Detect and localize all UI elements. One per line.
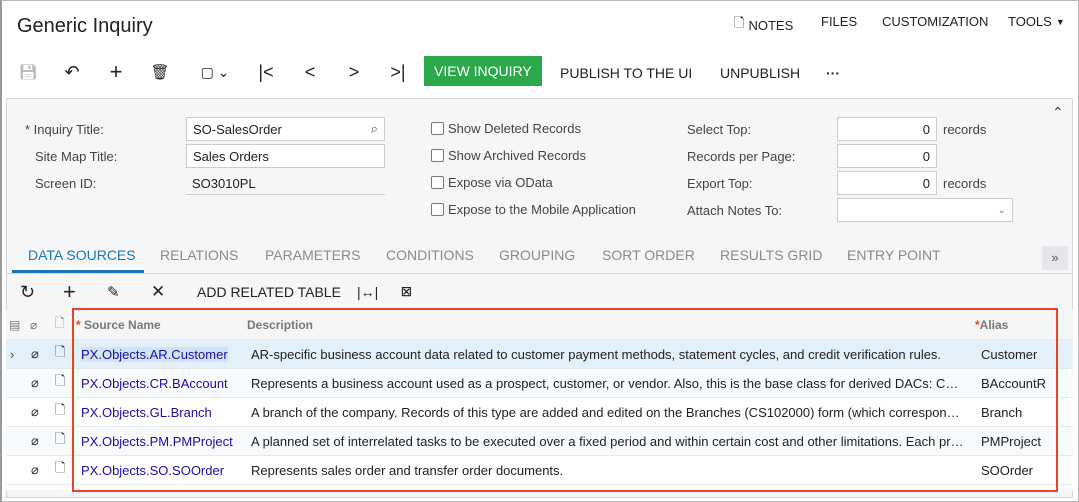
delete-icon[interactable]: 🗑︎ <box>150 60 170 84</box>
unpublish-button[interactable]: UNPUBLISH <box>720 58 800 88</box>
attachment-icon: ⌀ <box>30 317 38 332</box>
export-top-field[interactable]: 0 <box>837 171 937 195</box>
records-per-page-label: Records per Page: <box>687 149 796 164</box>
caret-down-icon: ▼ <box>1055 16 1065 27</box>
publish-button[interactable]: PUBLISH TO THE UI <box>560 58 692 88</box>
active-tab-indicator <box>12 270 144 273</box>
note-icon[interactable]: 🗋 <box>55 372 65 394</box>
note-icon[interactable]: 🗋 <box>55 459 65 481</box>
search-icon[interactable]: ⌕ <box>371 121 378 137</box>
attach-notes-select[interactable]: ⌄ <box>837 198 1013 222</box>
row-expand-icon[interactable]: › <box>10 347 14 362</box>
first-record-icon[interactable]: |< <box>256 60 276 84</box>
previous-record-icon[interactable]: < <box>300 60 320 84</box>
last-record-icon[interactable]: >| <box>388 60 408 84</box>
add-related-table-button[interactable]: ADD RELATED TABLE <box>197 284 341 300</box>
expose-odata-checkbox[interactable]: Expose via OData <box>431 175 553 190</box>
show-archived-checkbox[interactable]: Show Archived Records <box>431 148 586 163</box>
export-top-label: Export Top: <box>687 176 753 191</box>
tab-sort-order[interactable]: SORT ORDER <box>602 247 695 263</box>
tab-entry-point[interactable]: ENTRY POINT <box>847 247 941 263</box>
tools-menu[interactable]: TOOLS ▼ <box>1008 14 1065 29</box>
tab-relations[interactable]: RELATIONS <box>160 247 238 263</box>
note-icon: 🗋 <box>734 15 745 30</box>
edit-icon[interactable]: ✎ <box>107 280 120 304</box>
records-per-page-field[interactable]: 0 <box>837 144 937 168</box>
select-top-field[interactable]: 0 <box>837 117 937 141</box>
tab-parameters[interactable]: PARAMETERS <box>265 247 360 263</box>
attachment-icon[interactable]: ⌀ <box>31 375 39 391</box>
refresh-icon[interactable]: ↻ <box>20 280 35 304</box>
screen-id-value: SO3010PL <box>186 170 385 195</box>
attachment-icon[interactable]: ⌀ <box>31 404 39 420</box>
attachment-icon[interactable]: ⌀ <box>31 462 39 478</box>
records-unit: records <box>943 176 987 191</box>
export-excel-icon[interactable]: ☒ <box>401 280 412 304</box>
inquiry-title-label: * Inquiry Title: <box>25 122 104 137</box>
tab-conditions[interactable]: CONDITIONS <box>386 247 474 263</box>
note-icon: 🗋 <box>55 316 65 330</box>
note-icon[interactable]: 🗋 <box>55 401 65 423</box>
site-map-title-label: Site Map Title: <box>35 149 118 164</box>
row-selector-icon: ▤ <box>9 317 21 332</box>
next-record-icon[interactable]: > <box>344 60 364 84</box>
undo-icon[interactable]: ↶ <box>62 60 82 84</box>
select-top-label: Select Top: <box>687 122 752 137</box>
files-button[interactable]: FILES <box>821 14 857 29</box>
delete-row-icon[interactable]: ✕ <box>151 280 165 304</box>
fit-columns-icon[interactable]: |↔| <box>357 280 378 304</box>
note-icon[interactable]: 🗋 <box>55 430 65 452</box>
attach-notes-label: Attach Notes To: <box>687 203 783 218</box>
page-title: Generic Inquiry <box>17 15 153 37</box>
tabs-divider <box>7 273 1072 274</box>
records-unit: records <box>943 122 987 137</box>
site-map-title-field[interactable]: Sales Orders <box>186 144 385 168</box>
expose-mobile-checkbox[interactable]: Expose to the Mobile Application <box>431 202 636 217</box>
tab-results-grid[interactable]: RESULTS GRID <box>720 247 822 263</box>
chevron-down-icon: ⌄ <box>997 204 1006 216</box>
notes-button[interactable]: 🗋 NOTES <box>734 14 793 36</box>
more-actions-button[interactable]: ··· <box>826 58 840 88</box>
tab-data-sources[interactable]: DATA SOURCES <box>28 247 136 263</box>
save-icon[interactable]: 💾︎ <box>18 60 38 84</box>
add-row-icon[interactable]: + <box>63 279 76 304</box>
tab-grouping[interactable]: GROUPING <box>499 247 575 263</box>
view-inquiry-button[interactable]: VIEW INQUIRY <box>424 56 542 86</box>
highlight-box <box>72 308 1058 492</box>
inquiry-title-field[interactable]: SO-SalesOrder ⌕ <box>186 117 385 141</box>
customization-button[interactable]: CUSTOMIZATION <box>882 14 988 29</box>
attachment-icon[interactable]: ⌀ <box>31 346 39 362</box>
show-deleted-checkbox[interactable]: Show Deleted Records <box>431 121 581 136</box>
screen-id-label: Screen ID: <box>35 176 97 191</box>
add-icon[interactable]: + <box>106 59 126 84</box>
attachment-icon[interactable]: ⌀ <box>31 433 39 449</box>
copy-paste-icon[interactable]: ▢ ⌄ <box>195 60 235 84</box>
tabs-scroll-right-icon[interactable]: » <box>1042 246 1068 270</box>
collapse-chevron-icon[interactable]: ⌃ <box>1052 104 1064 121</box>
note-icon[interactable]: 🗋 <box>55 343 65 365</box>
